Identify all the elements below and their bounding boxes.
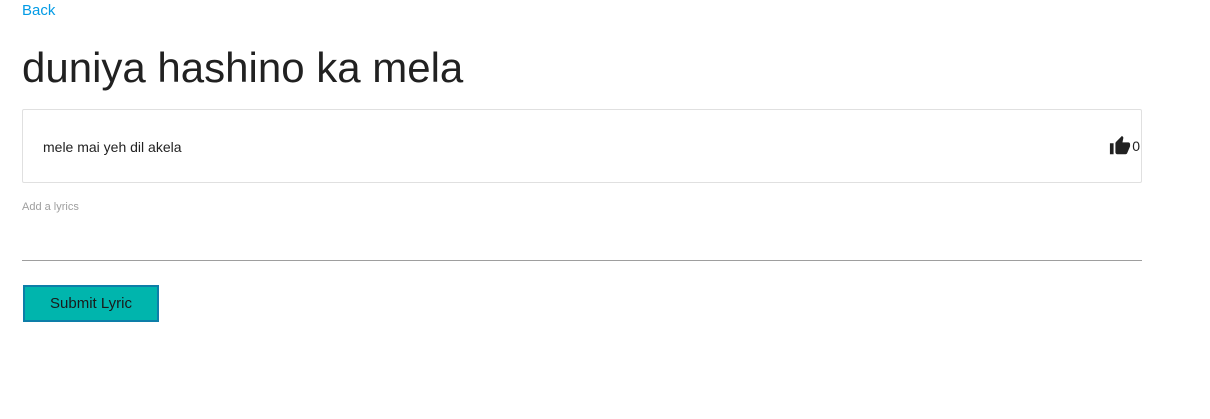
lyric-text: mele mai yeh dil akela <box>43 139 182 155</box>
lyric-item: mele mai yeh dil akela 0 <box>23 110 1141 182</box>
like-count: 0 <box>1132 138 1140 154</box>
submit-lyric-button[interactable]: Submit Lyric <box>23 285 159 322</box>
thumb-up-icon[interactable] <box>1108 135 1132 157</box>
lyric-list: mele mai yeh dil akela 0 <box>22 109 1142 183</box>
song-title: duniya hashino ka mela <box>22 44 464 91</box>
back-link[interactable]: Back <box>22 2 55 20</box>
add-lyric-label: Add a lyrics <box>22 201 79 213</box>
song-detail-page: Back duniya hashino ka mela mele mai yeh… <box>0 0 1210 419</box>
lyric-input[interactable] <box>22 216 1142 261</box>
like-group: 0 <box>1108 135 1140 157</box>
